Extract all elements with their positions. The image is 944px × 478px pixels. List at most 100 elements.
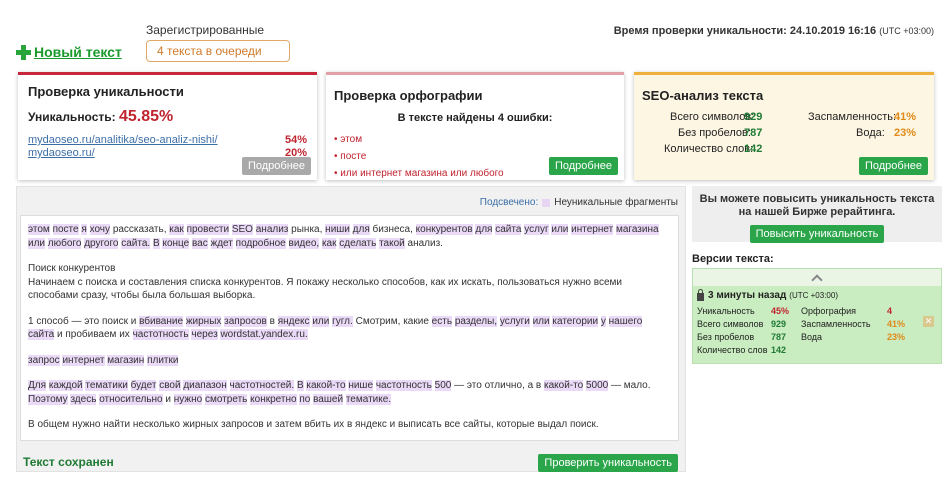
- version-spell-label: Орфография: [801, 306, 857, 316]
- highlighted-fragment: диапазон: [183, 380, 227, 391]
- version-no-spaces-value: 787: [771, 332, 787, 342]
- saved-status: Текст сохранен: [23, 455, 114, 469]
- text-area[interactable]: этом посте я хочу рассказать, как провес…: [20, 215, 679, 441]
- highlighted-fragment: анализ: [255, 224, 289, 235]
- highlighted-fragment: видео,: [288, 237, 320, 249]
- version-spell-value: 4: [887, 306, 893, 316]
- text-paragraph: запрос интернет магазин плитки: [28, 354, 671, 368]
- uniqueness-more-button[interactable]: Подробнее: [241, 157, 311, 175]
- water-label: Вода:: [856, 127, 885, 139]
- highlighted-fragment: смотреть: [204, 393, 248, 405]
- version-chars-value: 929: [771, 319, 787, 329]
- spam-label: Заспамленность:: [808, 111, 897, 123]
- check-time-label: Время проверки уникальности:: [613, 25, 787, 37]
- source-link[interactable]: mydaoseo.ru/: [28, 147, 95, 160]
- highlighted-fragment: 5000: [585, 380, 609, 391]
- new-text-label[interactable]: Новый текст: [34, 44, 122, 60]
- text-paragraph: этом посте я хочу рассказать, как провес…: [28, 224, 659, 249]
- delete-icon[interactable]: ✕: [923, 316, 934, 327]
- total-chars-value: 929: [744, 111, 763, 123]
- highlighted-fragment: есть: [431, 315, 453, 327]
- highlighted-fragment: частотность: [375, 380, 432, 391]
- highlighted-fragment: любого: [47, 237, 82, 249]
- spam-value: 41%: [894, 111, 917, 123]
- highlighted-fragment: услуги: [499, 315, 530, 327]
- version-header: 3 минуты назад (UTC +03:00): [697, 288, 937, 301]
- version-item[interactable]: 3 минуты назад (UTC +03:00) Уникальность…: [693, 286, 941, 363]
- uniqueness-value: 45.85%: [119, 108, 174, 125]
- text-paragraph: Поиск конкурентов Начинаем с поиска и сос…: [28, 263, 622, 301]
- version-uniq-label: Уникальность: [697, 306, 755, 316]
- highlighted-fragment: относительно: [99, 393, 163, 405]
- uniqueness-title: Проверка уникальности: [28, 84, 184, 99]
- version-water-label: Вода: [801, 332, 823, 342]
- highlighted-fragment: тематики: [85, 380, 128, 391]
- check-time-tz: (UTC +03:00): [879, 26, 934, 36]
- highlighted-fragment: сайта: [495, 224, 522, 235]
- highlighted-fragment: другого: [84, 237, 119, 249]
- improve-uniqueness-button[interactable]: Повысить уникальность: [749, 225, 885, 243]
- highlighted-fragment: для: [475, 224, 493, 235]
- version-words-value: 142: [771, 345, 787, 355]
- highlighted-fragment: этом: [28, 224, 50, 235]
- highlighted-fragment: ниши: [325, 224, 350, 235]
- spelling-more-button[interactable]: Подробнее: [548, 157, 618, 175]
- uniqueness-line: Уникальность: 45.85%: [28, 108, 307, 126]
- highlighted-fragment: по: [299, 393, 311, 405]
- highlighted-fragment: гугл.: [332, 315, 353, 327]
- version-uniq-value: 45%: [771, 306, 790, 316]
- queue-badge[interactable]: 4 текста в очереди: [146, 40, 290, 62]
- no-spaces-label: Без пробелов:: [678, 127, 751, 139]
- words-label: Количество слов:: [664, 143, 754, 155]
- spelling-error: этом: [334, 131, 616, 148]
- check-time-value: 24.10.2019 16:16: [789, 25, 877, 37]
- highlighted-fragment: интернет: [62, 354, 105, 366]
- highlighted-fragment: или: [312, 315, 330, 327]
- version-words-label: Количество слов: [697, 345, 768, 355]
- seo-card: SEO-анализ текста Всего символов: 929 Бе…: [634, 72, 934, 180]
- highlighted-fragment: конкретно: [250, 393, 297, 405]
- text-paragraph: 1 способ — это поиск и вбивание жирных з…: [28, 315, 643, 340]
- text-paragraph: В общем нужно найти несколько жирных зап…: [28, 419, 599, 430]
- highlighted-fragment: тематике.: [345, 393, 392, 405]
- highlighted-fragment: вбивание: [139, 315, 184, 327]
- source-link[interactable]: mydaoseo.ru/analitika/seo-analiz-nishi/: [28, 134, 218, 147]
- highlighted-fragment: wordstat.yandex.ru.: [220, 329, 308, 340]
- no-spaces-value: 787: [744, 127, 763, 139]
- highlighted-fragment: будет: [130, 380, 157, 391]
- highlighted-fragment: посте: [52, 224, 79, 235]
- highlighted-fragment: как: [321, 237, 337, 249]
- highlighted-fragment: нужно: [173, 393, 203, 405]
- highlighted-fragment: Поэтому: [28, 393, 68, 405]
- seo-title: SEO-анализ текста: [642, 88, 764, 103]
- highlighted-fragment: запросов: [224, 315, 267, 327]
- legend-swatch: [542, 198, 551, 207]
- promo-text: Вы можете повысить уникальность текста н…: [699, 193, 935, 218]
- plus-icon: [16, 44, 31, 60]
- check-time: Время проверки уникальности: 24.10.2019 …: [614, 25, 934, 37]
- highlighted-fragment: Для: [28, 380, 47, 391]
- highlighted-fragment: какой-то: [306, 380, 346, 391]
- highlighted-fragment: конце: [162, 237, 190, 249]
- highlighted-fragment: нише: [348, 380, 374, 391]
- highlighted-fragment: свой: [159, 380, 181, 391]
- version-no-spaces-label: Без пробелов: [697, 332, 755, 342]
- highlighted-fragment: я: [81, 224, 87, 235]
- seo-more-button[interactable]: Подробнее: [858, 157, 928, 175]
- version-time: 3 минуты назад: [708, 290, 787, 301]
- highlighted-fragment: частотность: [132, 329, 189, 340]
- spelling-title: Проверка орфографии: [334, 88, 483, 103]
- highlighted-fragment: сделать: [339, 237, 377, 249]
- versions-scroll-up[interactable]: [693, 269, 941, 286]
- highlighted-fragment: жирных: [185, 315, 222, 327]
- check-uniqueness-button[interactable]: Проверить уникальность: [538, 454, 678, 472]
- highlighted-fragment: услуг: [524, 224, 549, 235]
- highlighted-fragment: подробное: [235, 237, 286, 249]
- versions-list: 3 минуты назад (UTC +03:00) Уникальность…: [692, 268, 942, 364]
- highlighted-fragment: каждой: [48, 380, 83, 391]
- version-water-value: 23%: [887, 332, 906, 342]
- new-text-link[interactable]: Новый текст: [16, 44, 122, 60]
- highlighted-fragment: вашей: [313, 393, 344, 405]
- highlighted-fragment: такой: [379, 237, 405, 249]
- registered-label: Зарегистрированные: [146, 23, 265, 37]
